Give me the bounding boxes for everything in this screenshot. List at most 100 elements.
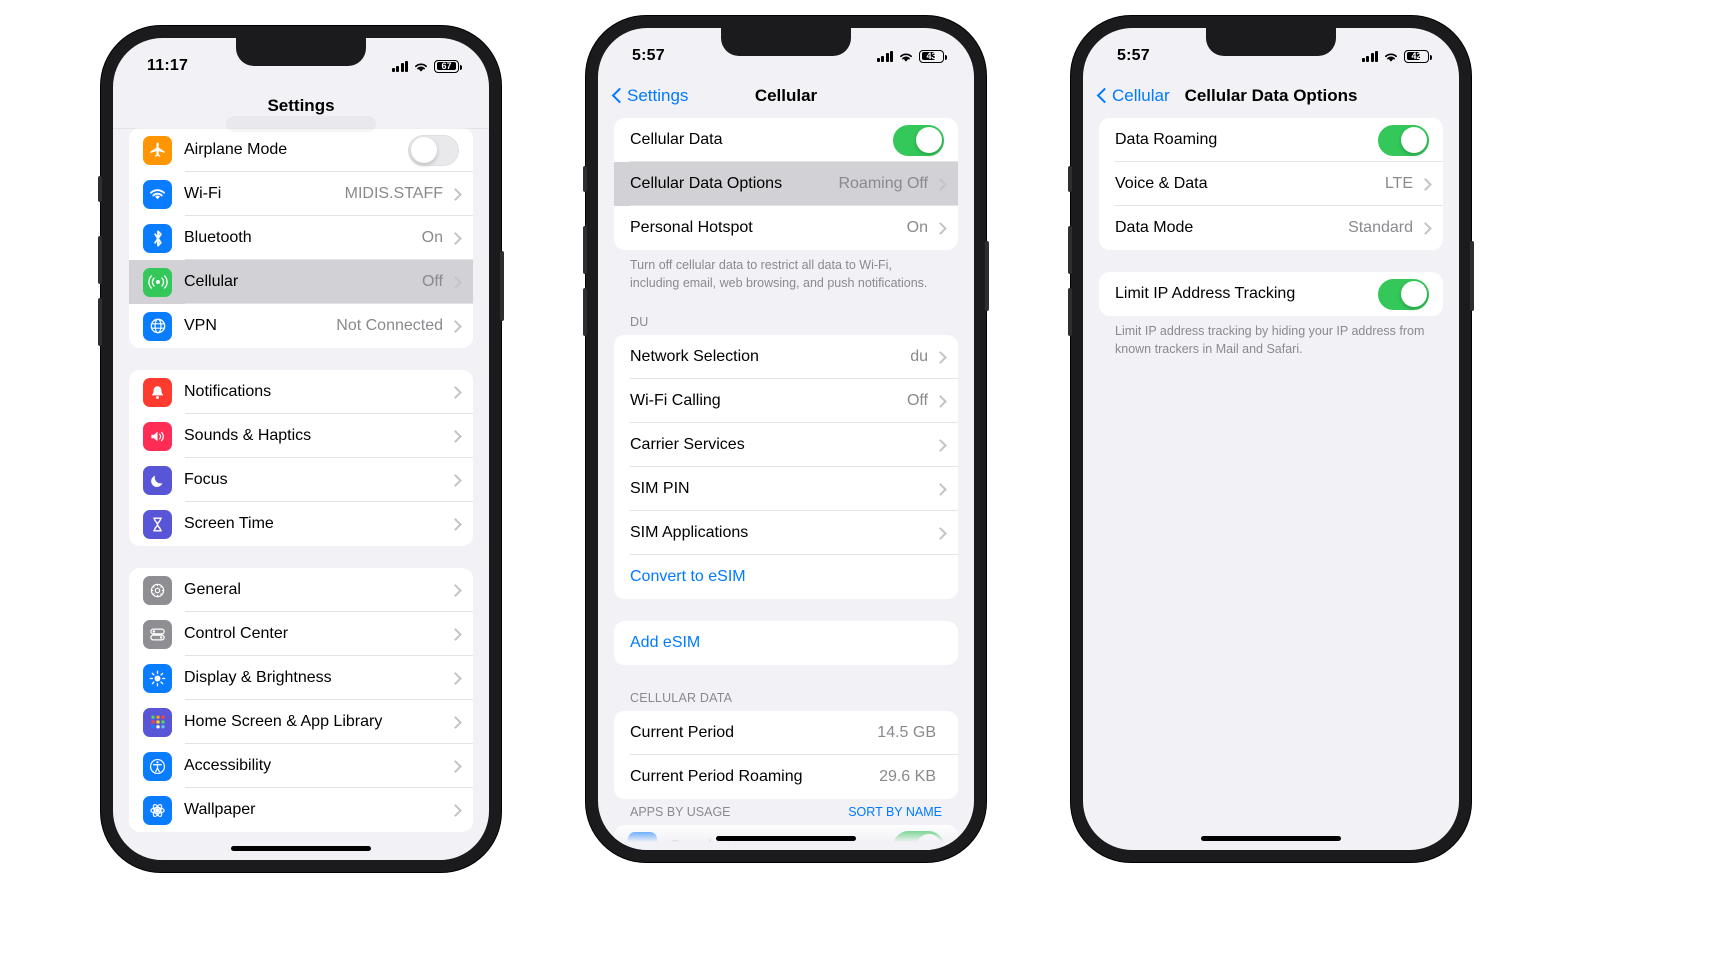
cellular-data-options-list[interactable]: Data Roaming Voice & Data LTE Data Mode … [1083, 118, 1459, 850]
row-notifications[interactable]: Notifications [129, 370, 473, 414]
battery-icon: 67 [434, 59, 462, 73]
row-add-esim[interactable]: Add eSIM [614, 620, 958, 665]
row-current-period[interactable]: Current Period 14.5 GB [614, 710, 958, 755]
row-label: SIM PIN [630, 479, 690, 497]
chevron-right-icon [451, 804, 459, 817]
row-airplane-mode[interactable]: Airplane Mode [129, 128, 473, 172]
row-wifi-calling[interactable]: Wi-Fi Calling Off [614, 378, 958, 423]
row-data-mode[interactable]: Data Mode Standard [1099, 206, 1443, 250]
row-screen-time[interactable]: Screen Time [129, 502, 473, 546]
google-maps-icon [628, 832, 657, 850]
row-label: Cellular Data Options [630, 175, 783, 192]
mute-switch[interactable] [1068, 166, 1072, 192]
cellular-signal-icon [391, 60, 408, 72]
airplane-mode-toggle[interactable] [408, 134, 459, 166]
row-value: 14.5 GB [877, 723, 936, 741]
chevron-right-icon [451, 672, 459, 685]
row-label: Current Period [630, 723, 735, 741]
volume-down-button[interactable] [98, 298, 102, 346]
chevron-right-icon [451, 320, 459, 333]
home-indicator[interactable] [231, 846, 371, 851]
row-accessibility[interactable]: Accessibility [129, 744, 473, 788]
row-data-roaming[interactable]: Data Roaming [1099, 118, 1443, 162]
power-button[interactable] [985, 241, 989, 311]
row-focus[interactable]: Focus [129, 458, 473, 502]
nav-bar: Cellular Cellular Data Options [1083, 74, 1459, 118]
chevron-right-icon [936, 526, 944, 539]
cellular-data-usage-group: Current Period 14.5 GB Current Period Ro… [614, 710, 958, 799]
row-vpn[interactable]: VPN Not Connected [129, 304, 473, 348]
nav-bar: Settings [113, 84, 489, 128]
volume-up-button[interactable] [583, 226, 587, 274]
mute-switch[interactable] [98, 176, 102, 202]
home-indicator[interactable] [716, 836, 856, 841]
chevron-right-icon [936, 438, 944, 451]
cellular-data-toggle[interactable] [893, 124, 944, 156]
data-options-group: Data Roaming Voice & Data LTE Data Mode … [1099, 118, 1443, 250]
chevron-left-icon [612, 87, 623, 105]
row-personal-hotspot[interactable]: Personal Hotspot On [614, 206, 958, 250]
chevron-right-icon [451, 232, 459, 245]
row-bluetooth[interactable]: Bluetooth On [129, 216, 473, 260]
home-indicator[interactable] [1201, 836, 1341, 841]
row-carrier-services[interactable]: Carrier Services [614, 422, 958, 467]
row-value: Off [906, 391, 928, 409]
row-label: Focus [184, 471, 228, 488]
row-convert-to-esim[interactable]: Convert to eSIM [614, 554, 958, 599]
data-roaming-toggle[interactable] [1378, 124, 1429, 156]
row-value: du [910, 347, 928, 365]
row-wallpaper[interactable]: Wallpaper [129, 788, 473, 832]
cellular-list[interactable]: Cellular Data Cellular Data Options Roam… [598, 118, 974, 850]
accessibility-icon [143, 751, 172, 781]
back-button[interactable]: Settings [612, 86, 688, 106]
row-cellular-data-options[interactable]: Cellular Data Options Roaming Off [614, 162, 958, 206]
chevron-right-icon [451, 386, 459, 399]
cellular-icon [143, 267, 172, 297]
battery-percent: 67 [441, 60, 452, 71]
google-maps-toggle[interactable] [893, 831, 944, 850]
volume-down-button[interactable] [583, 288, 587, 336]
row-cellular[interactable]: Cellular Off [129, 260, 473, 304]
row-current-period-roaming[interactable]: Current Period Roaming 29.6 KB [614, 754, 958, 799]
chevron-right-icon [1421, 178, 1429, 191]
row-label: Accessibility [184, 757, 272, 774]
back-button[interactable]: Cellular [1097, 86, 1170, 106]
power-button[interactable] [500, 251, 504, 321]
volume-down-button[interactable] [1068, 288, 1072, 336]
battery-percent: 43 [926, 50, 937, 61]
row-general[interactable]: General [129, 568, 473, 612]
row-control-center[interactable]: Control Center [129, 612, 473, 656]
row-voice-and-data[interactable]: Voice & Data LTE [1099, 162, 1443, 206]
limit-ip-toggle[interactable] [1378, 278, 1429, 310]
settings-list[interactable]: Airplane Mode Wi-Fi MIDIS.STAFF Bluetoot… [113, 128, 489, 860]
chevron-right-icon [451, 760, 459, 773]
chevron-right-icon [451, 430, 459, 443]
row-home-screen[interactable]: Home Screen & App Library [129, 700, 473, 744]
volume-up-button[interactable] [98, 236, 102, 284]
phone-cellular: 5:57 43 Settings Cellular Cellular Data … [583, 16, 989, 862]
row-wifi[interactable]: Wi-Fi MIDIS.STAFF [129, 172, 473, 216]
row-label: Bluetooth [184, 229, 252, 246]
chevron-right-icon [1421, 222, 1429, 235]
cellular-data-footer: Turn off cellular data to restrict all d… [630, 258, 928, 290]
row-label: Display & Brightness [184, 669, 332, 686]
row-label: Carrier Services [630, 435, 745, 453]
row-label: Sounds & Haptics [184, 427, 312, 444]
vpn-icon [143, 311, 172, 341]
settings-group-system: General Control Center Display & Brightn… [129, 568, 473, 832]
row-sim-pin[interactable]: SIM PIN [614, 466, 958, 511]
row-sounds-haptics[interactable]: Sounds & Haptics [129, 414, 473, 458]
sort-by-name-button[interactable]: SORT BY NAME [848, 805, 942, 819]
row-limit-ip-address-tracking[interactable]: Limit IP Address Tracking [1099, 272, 1443, 316]
row-network-selection[interactable]: Network Selection du [614, 334, 958, 379]
row-sim-applications[interactable]: SIM Applications [614, 510, 958, 555]
volume-up-button[interactable] [1068, 226, 1072, 274]
power-button[interactable] [1470, 241, 1474, 311]
control-center-icon [143, 619, 172, 649]
nav-divider [113, 128, 489, 129]
row-display-brightness[interactable]: Display & Brightness [129, 656, 473, 700]
mute-switch[interactable] [583, 166, 587, 192]
row-cellular-data[interactable]: Cellular Data [614, 118, 958, 162]
notifications-bell-icon [143, 377, 172, 407]
cellular-signal-icon [1361, 50, 1378, 62]
